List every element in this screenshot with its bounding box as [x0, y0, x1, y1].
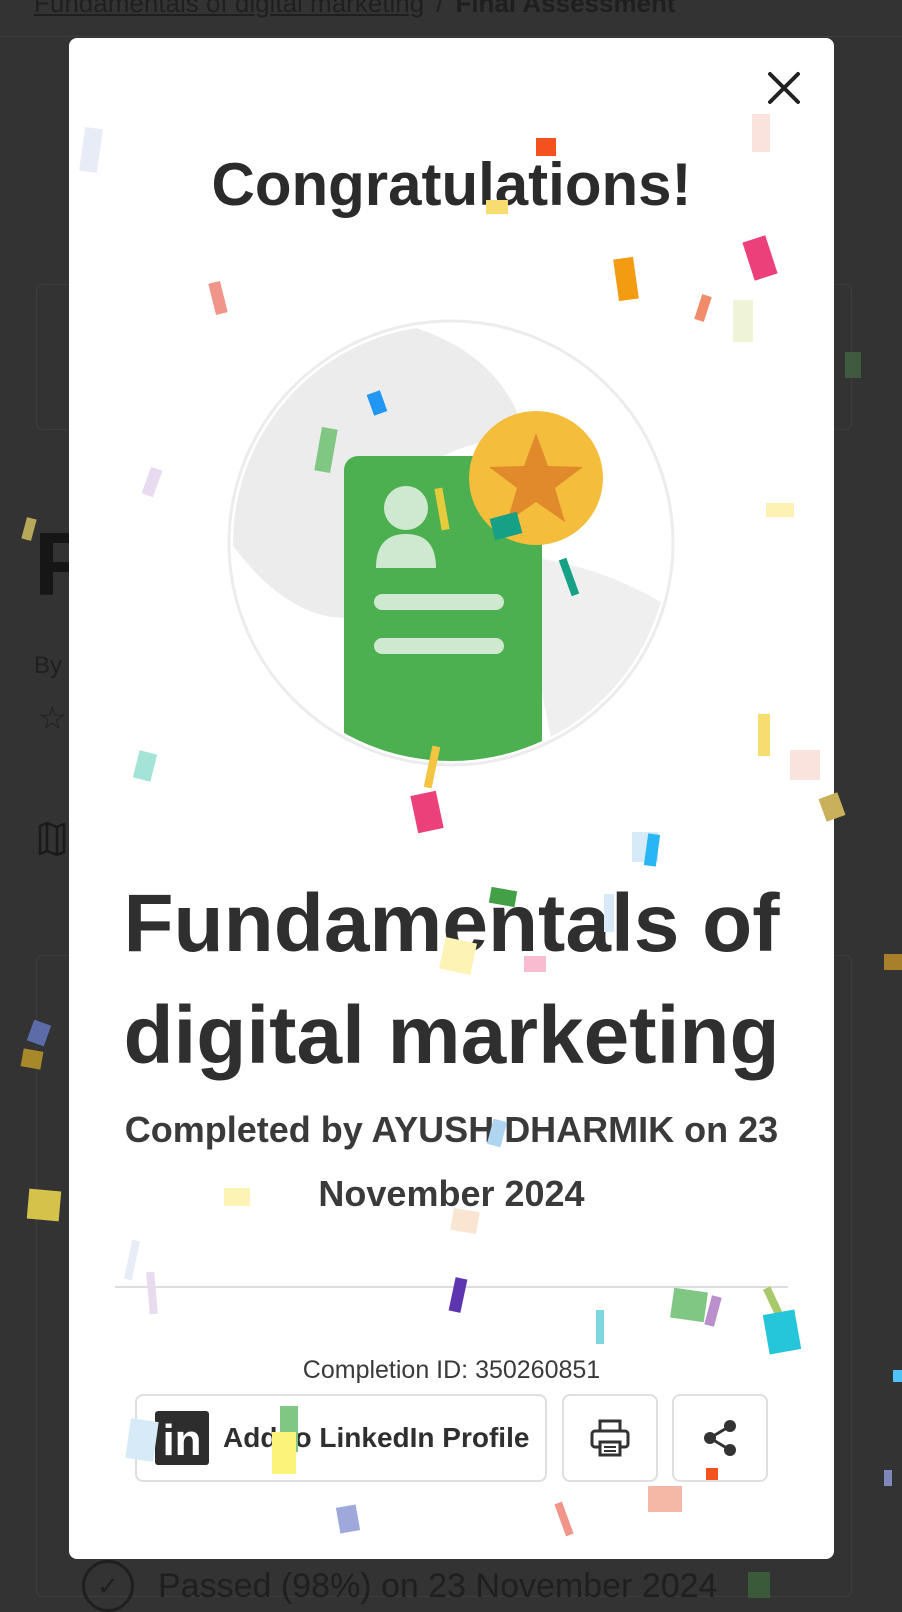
- add-to-linkedin-button[interactable]: in Add to LinkedIn Profile: [135, 1394, 547, 1482]
- breadcrumb-course-link[interactable]: Fundamentals of digital marketing: [34, 0, 424, 18]
- print-button[interactable]: [562, 1394, 658, 1482]
- divider: [115, 1286, 788, 1288]
- completion-modal: Congratulations! Fundamentals of digital…: [69, 38, 834, 1559]
- author-label: By: [34, 652, 63, 679]
- star-outline-icon[interactable]: ☆: [38, 702, 67, 734]
- breadcrumb-current: Final Assessment: [455, 0, 676, 18]
- share-button[interactable]: [672, 1394, 768, 1482]
- print-icon: [590, 1419, 630, 1457]
- completion-text: Completed by AYUSH DHARMIK on 23 Novembe…: [124, 1109, 779, 1214]
- completion-id: Completion ID: 350260851: [302, 1356, 601, 1384]
- breadcrumb-separator: /: [436, 0, 444, 18]
- header-divider: [0, 36, 902, 37]
- breadcrumb: Fundamentals of digital marketing / Final …: [34, 0, 676, 19]
- map-icon: [38, 822, 66, 856]
- share-icon: [704, 1420, 736, 1456]
- certificate-badge-icon: [227, 319, 675, 767]
- status-passed: ✓ Passed (98%) on 23 November 2024: [82, 1560, 717, 1612]
- course-title: Fundamentals of digital marketing: [123, 878, 780, 1081]
- add-to-linkedin-label: Add to LinkedIn Profile: [223, 1422, 530, 1453]
- check-circle-icon: ✓: [82, 1560, 134, 1612]
- modal-title: Congratulations!: [211, 151, 692, 218]
- close-icon[interactable]: [760, 64, 808, 112]
- linkedin-icon: in: [155, 1411, 209, 1465]
